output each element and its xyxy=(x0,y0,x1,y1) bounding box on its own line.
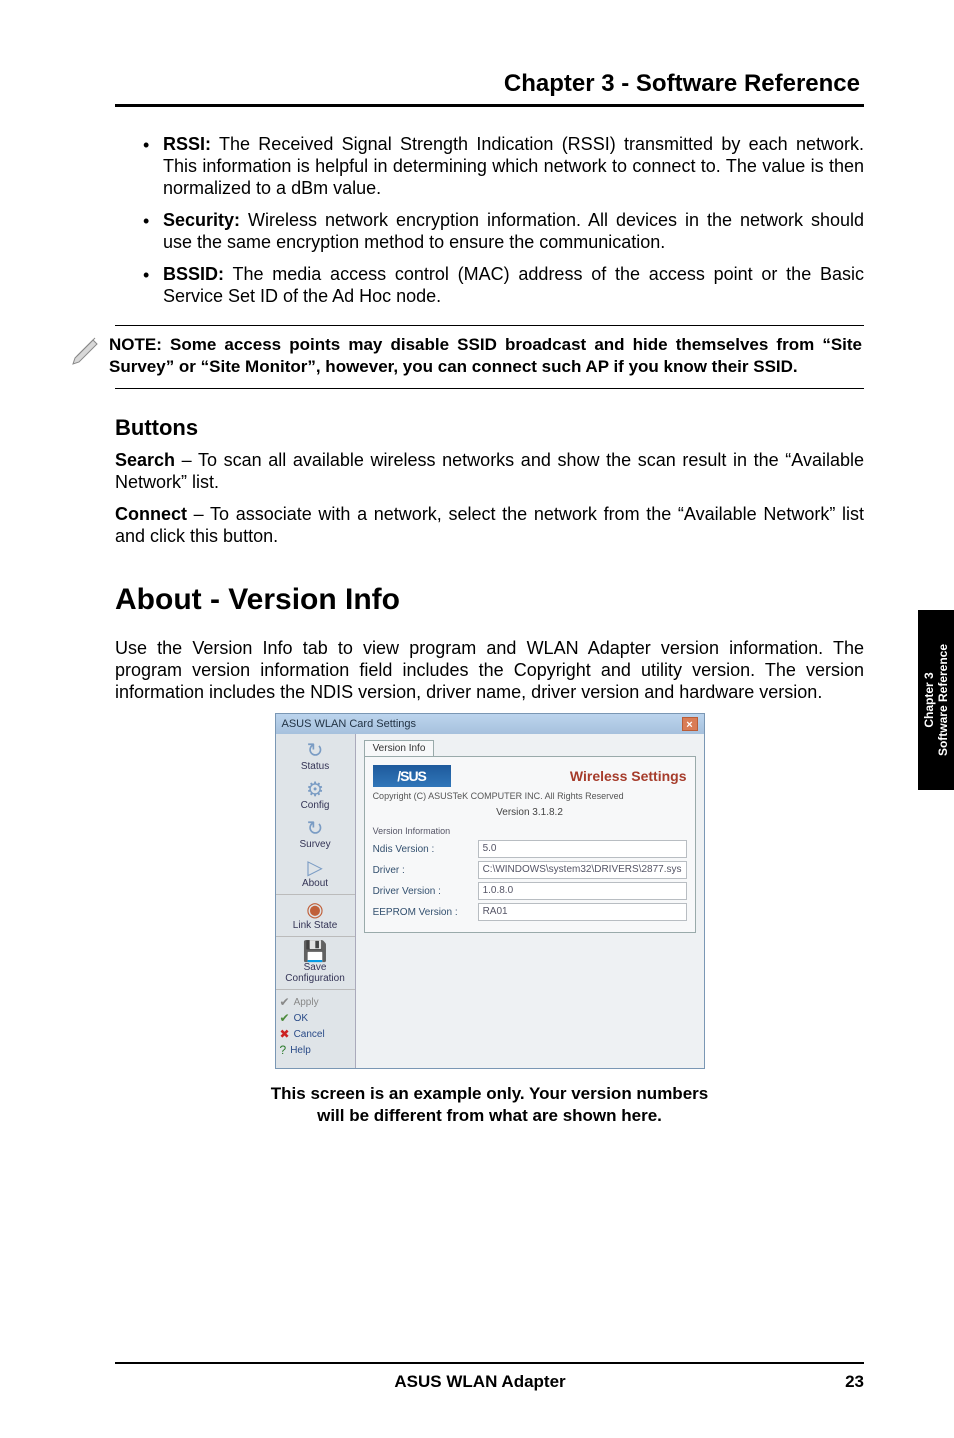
button-label: OK xyxy=(294,1013,308,1024)
ndis-value: 5.0 xyxy=(478,840,687,858)
cancel-icon: ✖ xyxy=(280,1027,290,1041)
tab-version-info[interactable]: Version Info xyxy=(364,740,435,756)
side-tab-line1: Chapter 3 xyxy=(922,672,936,727)
about-icon: ▷ xyxy=(278,858,353,878)
side-tab-line2: Software Reference xyxy=(936,644,950,756)
chapter-title: Chapter 3 - Software Reference xyxy=(115,70,864,98)
apply-button: ✔ Apply xyxy=(280,995,351,1009)
help-button[interactable]: ?Help xyxy=(280,1043,351,1057)
page-footer: ASUS WLAN Adapter 23 xyxy=(0,1362,954,1392)
sidebar-item-survey[interactable]: ↻Survey xyxy=(276,816,355,855)
version-info-screenshot: ASUS WLAN Card Settings × ↻Status ⚙Confi… xyxy=(275,713,705,1069)
rssi-desc: The Received Signal Strength Indication … xyxy=(163,134,864,198)
ok-icon: ✔ xyxy=(280,1011,290,1025)
button-label: Cancel xyxy=(294,1029,325,1040)
help-icon: ? xyxy=(280,1043,287,1057)
utility-version: Version 3.1.8.2 xyxy=(373,807,687,818)
survey-icon: ↻ xyxy=(278,819,353,839)
sidebar-label: Status xyxy=(301,761,329,772)
note-box: NOTE: Some access points may disable SSI… xyxy=(115,325,864,389)
caption-line-2: will be different from what are shown he… xyxy=(317,1106,662,1125)
sidebar-label: Save Configuration xyxy=(285,962,344,984)
pencil-icon xyxy=(71,332,101,366)
main-panel: Version Info /SUS Wireless Settings Copy… xyxy=(356,734,704,1068)
sidebar-item-status[interactable]: ↻Status xyxy=(276,738,355,777)
status-icon: ↻ xyxy=(278,741,353,761)
sidebar-label: Survey xyxy=(299,839,330,850)
sidebar-label: Link State xyxy=(293,920,337,931)
window-titlebar: ASUS WLAN Card Settings × xyxy=(276,714,704,734)
eeprom-value: RA01 xyxy=(478,903,687,921)
bullet-security: • Security: Wireless network encryption … xyxy=(143,209,864,253)
button-label: Apply xyxy=(294,997,319,1008)
footer-rule xyxy=(115,1362,864,1364)
save-icon: 💾 xyxy=(278,942,353,962)
copyright-text: Copyright (C) ASUSTeK COMPUTER INC. All … xyxy=(373,791,687,801)
bullet-text: BSSID: The media access control (MAC) ad… xyxy=(163,263,864,307)
footer-page-number: 23 xyxy=(845,1372,864,1392)
button-label: Help xyxy=(290,1045,311,1056)
security-label: Security: xyxy=(163,210,240,230)
row-ndis: Ndis Version : 5.0 xyxy=(373,840,687,858)
sidebar-label: About xyxy=(302,878,328,889)
buttons-heading: Buttons xyxy=(115,415,864,441)
driver-value: C:\WINDOWS\system32\DRIVERS\2877.sys xyxy=(478,861,687,879)
search-paragraph: Search – To scan all available wireless … xyxy=(115,449,864,493)
sidebar-item-config[interactable]: ⚙Config xyxy=(276,777,355,816)
row-driver-version: Driver Version : 1.0.8.0 xyxy=(373,882,687,900)
driver-version-label: Driver Version : xyxy=(373,886,478,897)
asus-logo: /SUS xyxy=(373,765,451,787)
bullet-rssi: • RSSI: The Received Signal Strength Ind… xyxy=(143,133,864,199)
sidebar-item-link-state[interactable]: ◉Link State xyxy=(276,894,355,936)
screenshot-caption: This screen is an example only. Your ver… xyxy=(115,1083,864,1127)
connect-label: Connect xyxy=(115,504,187,524)
about-heading: About - Version Info xyxy=(115,583,864,617)
close-icon[interactable]: × xyxy=(682,717,698,731)
cancel-button[interactable]: ✖ Cancel xyxy=(280,1027,351,1041)
sidebar-item-about[interactable]: ▷About xyxy=(276,855,355,894)
search-label: Search xyxy=(115,450,175,470)
bullet-marker: • xyxy=(143,209,163,232)
sidebar: ↻Status ⚙Config ↻Survey ▷About ◉Link Sta… xyxy=(276,734,356,1068)
side-chapter-tab: Chapter 3 Software Reference xyxy=(918,610,954,790)
connect-text: – To associate with a network, select th… xyxy=(115,504,864,546)
security-desc: Wireless network encryption information.… xyxy=(163,210,864,252)
footer-center: ASUS WLAN Adapter xyxy=(394,1372,565,1392)
sidebar-label: Config xyxy=(301,800,330,811)
bullet-marker: • xyxy=(143,133,163,156)
ndis-label: Ndis Version : xyxy=(373,844,478,855)
bssid-label: BSSID: xyxy=(163,264,224,284)
note-text: NOTE: Some access points may disable SSI… xyxy=(109,334,862,378)
driver-label: Driver : xyxy=(373,865,478,876)
about-paragraph: Use the Version Info tab to view program… xyxy=(115,637,864,703)
config-icon: ⚙ xyxy=(278,780,353,800)
title-rule xyxy=(115,104,864,107)
sidebar-item-save-config[interactable]: 💾Save Configuration xyxy=(276,936,355,989)
caption-line-1: This screen is an example only. Your ver… xyxy=(271,1084,708,1103)
rssi-label: RSSI: xyxy=(163,134,211,154)
connect-paragraph: Connect – To associate with a network, s… xyxy=(115,503,864,547)
bullet-text: RSSI: The Received Signal Strength Indic… xyxy=(163,133,864,199)
link-icon: ◉ xyxy=(278,900,353,920)
row-eeprom: EEPROM Version : RA01 xyxy=(373,903,687,921)
row-driver: Driver : C:\WINDOWS\system32\DRIVERS\287… xyxy=(373,861,687,879)
window-title: ASUS WLAN Card Settings xyxy=(282,718,417,730)
ok-button[interactable]: ✔ OK xyxy=(280,1011,351,1025)
bullet-marker: • xyxy=(143,263,163,286)
feature-bullets: • RSSI: The Received Signal Strength Ind… xyxy=(143,133,864,307)
driver-version-value: 1.0.8.0 xyxy=(478,882,687,900)
bullet-text: Security: Wireless network encryption in… xyxy=(163,209,864,253)
search-text: – To scan all available wireless network… xyxy=(115,450,864,492)
check-icon: ✔ xyxy=(280,995,290,1009)
bullet-bssid: • BSSID: The media access control (MAC) … xyxy=(143,263,864,307)
version-info-group-label: Version Information xyxy=(373,826,687,836)
wireless-settings-label: Wireless Settings xyxy=(570,768,687,784)
bssid-desc: The media access control (MAC) address o… xyxy=(163,264,864,306)
eeprom-label: EEPROM Version : xyxy=(373,907,478,918)
